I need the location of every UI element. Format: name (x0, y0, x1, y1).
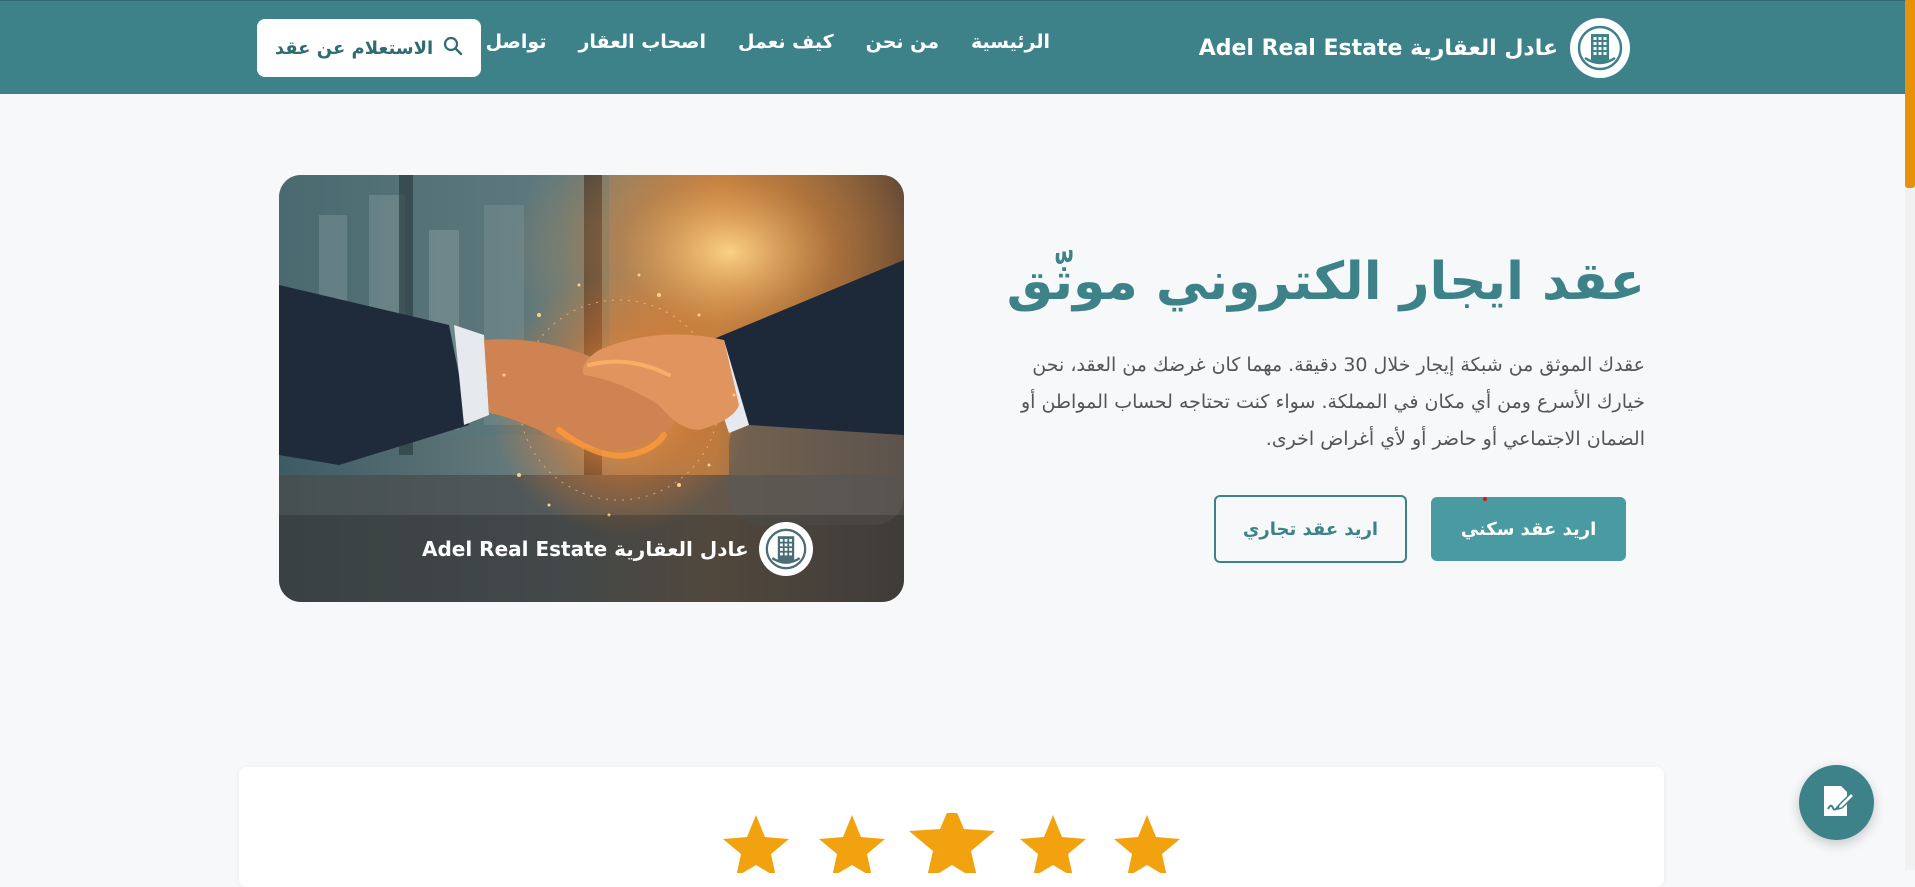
nav-how-we-work[interactable]: كيف نعمل (738, 31, 834, 53)
rating-stars (723, 813, 1180, 873)
main-nav: الرئيسية من نحن كيف نعمل اصحاب العقار تو… (442, 31, 1050, 53)
star-icon (723, 815, 789, 873)
nav-property-owners[interactable]: اصحاب العقار (578, 31, 706, 53)
star-icon (1114, 815, 1180, 873)
inquiry-button-label: الاستعلام عن عقد (274, 37, 434, 59)
site-header: Adel Real Estate عادل العقارية الرئيسية … (0, 0, 1905, 94)
rating-card (239, 767, 1664, 887)
building-logo-icon (758, 522, 813, 576)
scrollbar-track[interactable] (1905, 0, 1915, 870)
image-brand-name: Adel Real Estate عادل العقارية (422, 537, 749, 561)
star-icon (909, 813, 995, 873)
hero-description: عقدك الموثق من شبكة إيجار خلال 30 دقيقة.… (1020, 354, 1645, 450)
brand-name: Adel Real Estate عادل العقارية (1198, 35, 1558, 61)
star-icon (819, 815, 885, 873)
nav-about[interactable]: من نحن (866, 31, 939, 53)
brand[interactable]: Adel Real Estate عادل العقارية (1198, 18, 1630, 78)
search-icon (443, 36, 463, 61)
building-logo-icon (1570, 18, 1630, 78)
contract-inquiry-button[interactable]: الاستعلام عن عقد (257, 19, 481, 77)
hero-title: عقد ايجار الكتروني موثّق (1006, 252, 1645, 312)
cursor-dot (1483, 497, 1487, 501)
scrollbar-thumb[interactable] (1905, 0, 1915, 188)
nav-home[interactable]: الرئيسية (971, 31, 1050, 53)
star-icon (1020, 815, 1086, 873)
handshake-image: Adel Real Estate عادل العقارية (279, 175, 904, 602)
contract-sign-icon (1817, 781, 1857, 824)
residential-contract-button[interactable]: اريد عقد سكني (1431, 497, 1626, 561)
contract-sign-button[interactable] (1799, 765, 1874, 840)
commercial-contract-button[interactable]: اريد عقد تجاري (1214, 495, 1407, 563)
image-brand-overlay: Adel Real Estate عادل العقارية (422, 522, 813, 576)
